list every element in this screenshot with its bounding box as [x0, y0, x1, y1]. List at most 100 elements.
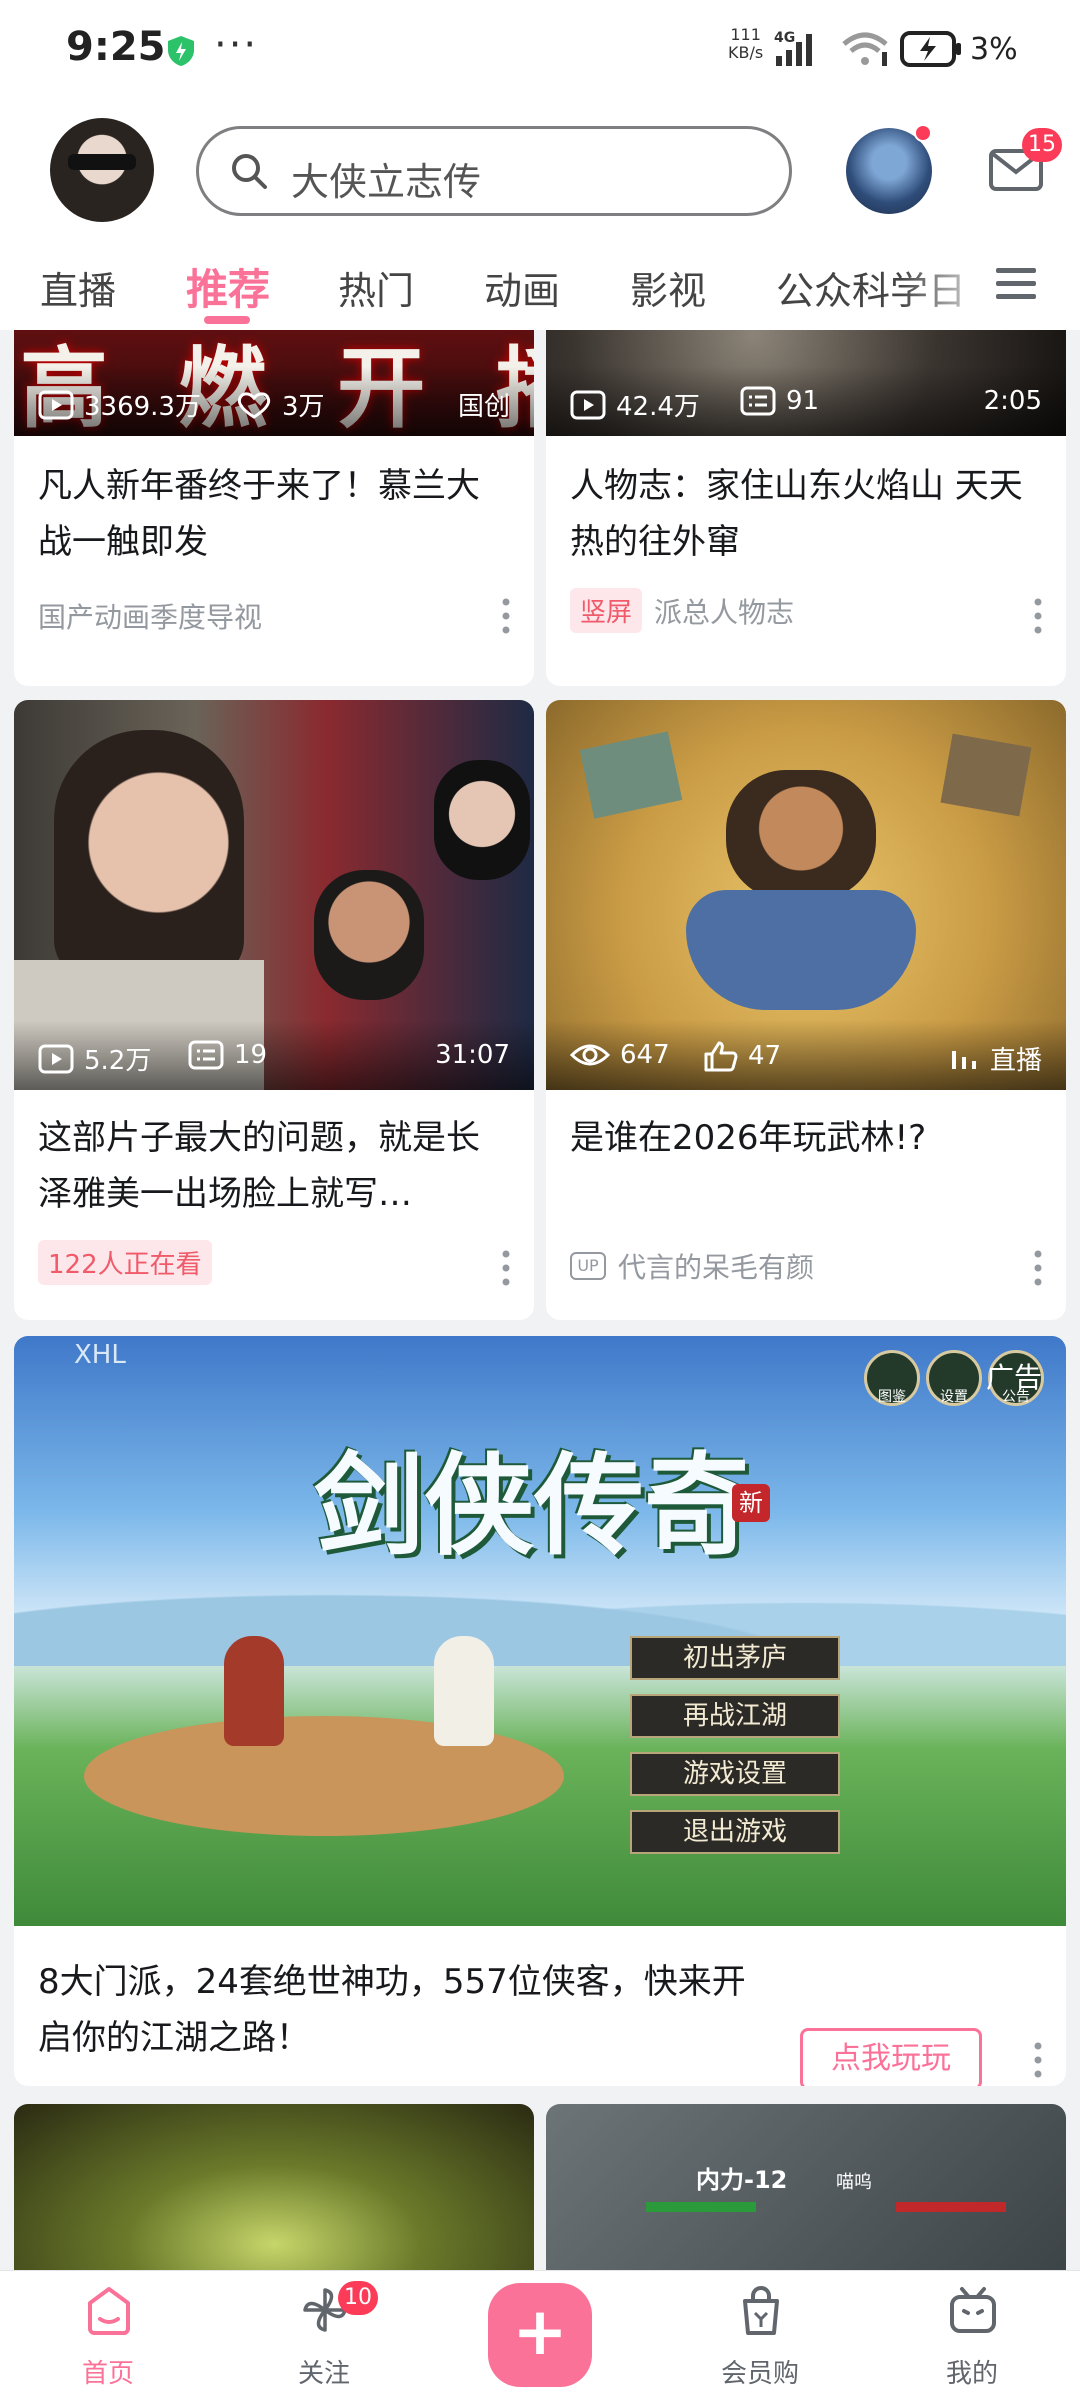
video-meta: 竖屏 派总人物志 — [570, 588, 794, 633]
like-count: 3万 — [282, 392, 325, 422]
video-title: 是谁在2026年玩武林!? — [570, 1118, 927, 1158]
video-duration: 31:07 — [435, 1040, 510, 1070]
game-menu-item: 退出游戏 — [630, 1810, 840, 1854]
follow-badge: 10 — [338, 2281, 378, 2315]
search-placeholder: 大侠立志传 — [291, 160, 482, 204]
game-stat-label: 喵呜 — [836, 2172, 872, 2193]
ad-character — [434, 1636, 494, 1746]
video-title: 人物志：家住山东火焰山 天天热的往外窜 — [570, 466, 1023, 562]
hp-bar — [646, 2202, 756, 2212]
more-vertical-icon[interactable] — [502, 598, 510, 634]
bilibili-tv-icon — [950, 2287, 996, 2333]
video-title: 凡人新年番终于来了！慕兰大战一触即发 — [38, 466, 480, 562]
thumb-book-decor — [940, 733, 1032, 817]
corner-label: 国创 — [457, 392, 510, 422]
game-settings-icon: 设置 — [926, 1350, 982, 1406]
tab-film[interactable]: 影视 — [630, 260, 706, 315]
video-meta: 122人正在看 — [38, 1240, 224, 1285]
more-dots-icon: ··· — [214, 22, 259, 68]
video-title: 这部片子最大的问题，就是长泽雅美一出场脸上就写… — [38, 1118, 480, 1214]
tab-fade — [900, 240, 1000, 330]
heart-icon — [237, 391, 271, 419]
video-card[interactable]: 5.2万 19 31:07 这部片子最大的问题，就是长泽雅美一出场脸上就写… 1… — [14, 700, 534, 1320]
more-vertical-icon[interactable] — [1034, 598, 1042, 634]
home-tv-icon — [88, 2287, 130, 2335]
danmaku-count: 19 — [234, 1040, 268, 1070]
view-count: 5.2万 — [84, 1046, 152, 1076]
play-now-button[interactable]: 点我玩玩 — [800, 2028, 982, 2086]
live-bars-icon — [951, 1050, 976, 1069]
thumbs-up-icon — [704, 1041, 738, 1072]
shopping-bag-icon — [743, 2285, 779, 2335]
top-header: 大侠立志传 15 — [0, 100, 1080, 240]
like-count: 47 — [748, 1041, 782, 1071]
mail-badge: 15 — [1022, 128, 1062, 162]
video-duration: 2:05 — [983, 386, 1042, 416]
menu-icon[interactable] — [994, 264, 1038, 304]
video-thumbnail — [14, 2104, 534, 2270]
game-title: 剑侠传奇 — [314, 1441, 754, 1570]
wifi-icon — [842, 32, 888, 66]
game-menu-item: 初出茅庐 — [630, 1636, 840, 1680]
battery-percent: 3% — [970, 32, 1018, 67]
hp-bar — [896, 2202, 1006, 2212]
svg-text:4G: 4G — [774, 30, 795, 46]
avatar-mask-decor — [68, 154, 136, 170]
video-card[interactable] — [14, 2104, 534, 2270]
search-bar[interactable]: 大侠立志传 — [196, 126, 792, 216]
vertical-tag: 竖屏 — [570, 588, 643, 633]
view-count: 3369.3万 — [84, 392, 201, 422]
video-stats: 42.4万 91 2:05 — [570, 386, 1042, 422]
nav-home[interactable]: 首页 — [38, 2271, 178, 2400]
live-label: 直播 — [950, 1040, 1042, 1077]
video-card[interactable]: 42.4万 91 2:05 人物志：家住山东火焰山 天天热的往外窜 竖屏 派总人… — [546, 330, 1066, 686]
game-guide-icon: 图鉴 — [864, 1350, 920, 1406]
video-stats: 647 47 直播 — [570, 1040, 1042, 1076]
game-menu: 初出茅庐 再战江湖 游戏设置 退出游戏 — [630, 1636, 840, 1854]
video-stats: 3369.3万 3万 国创 — [38, 386, 510, 422]
game-stat-label: 内力-12 — [696, 2166, 788, 2194]
publish-button[interactable]: + — [488, 2283, 592, 2387]
video-thumbnail: 647 47 直播 — [546, 700, 1066, 1090]
video-card[interactable]: 647 47 直播 是谁在2026年玩武林!? UP 代言的呆毛有颜 — [546, 700, 1066, 1320]
game-menu-item: 游戏设置 — [630, 1752, 840, 1796]
tab-anime[interactable]: 动画 — [484, 260, 560, 315]
video-card[interactable]: 高 燃 开 播 3369.3万 3万 国创 凡人新年番终于来了！慕兰大战一触即发… — [14, 330, 534, 686]
tab-recommend[interactable]: 推荐 — [186, 256, 270, 317]
danmaku-icon — [188, 1040, 224, 1070]
recommend-feed: 高 燃 开 播 3369.3万 3万 国创 凡人新年番终于来了！慕兰大战一触即发… — [0, 330, 1080, 2270]
game-menu-item: 再战江湖 — [630, 1694, 840, 1738]
ad-title: 8大门派，24套绝世神功，557位侠客，快来开启你的江湖之路！ — [38, 1962, 746, 2058]
video-meta: 国产动画季度导视 — [38, 596, 262, 636]
nav-mine[interactable]: 我的 — [902, 2271, 1042, 2400]
play-count-icon — [570, 390, 606, 419]
my-avatar[interactable] — [50, 118, 154, 222]
ad-watermark: XHL — [74, 1340, 126, 1370]
video-card[interactable]: 内力-12 喵呜 — [546, 2104, 1066, 2270]
watching-now-tag: 122人正在看 — [38, 1240, 212, 1285]
net-speed: 111 KB/s — [728, 25, 764, 62]
signal-icon: 4G — [774, 30, 812, 66]
more-vertical-icon[interactable] — [1034, 1250, 1042, 1286]
nav-shop[interactable]: 会员购 — [690, 2271, 830, 2400]
author-name: 代言的呆毛有颜 — [618, 1251, 815, 1284]
video-meta: UP 代言的呆毛有颜 — [570, 1246, 814, 1286]
more-vertical-icon[interactable] — [1034, 2042, 1042, 2078]
play-count-icon — [38, 390, 74, 419]
tab-hot[interactable]: 热门 — [338, 260, 414, 315]
thumb-figure — [434, 760, 530, 880]
author-name: 派总人物志 — [654, 595, 795, 629]
nav-follow[interactable]: 10 关注 — [254, 2271, 394, 2400]
more-vertical-icon[interactable] — [502, 1250, 510, 1286]
ad-character — [224, 1636, 284, 1746]
new-badge: 新 — [732, 1484, 770, 1522]
status-time: 9:25 — [66, 24, 166, 70]
ad-card[interactable]: XHL 剑侠传奇 新 图鉴 设置 公告 广告 初出茅庐 再战江湖 游戏设置 退出… — [14, 1336, 1066, 2086]
danmaku-icon — [740, 386, 776, 416]
view-count: 42.4万 — [616, 392, 700, 422]
video-thumbnail: 内力-12 喵呜 — [546, 2104, 1066, 2270]
update-dot — [914, 124, 932, 142]
view-count: 647 — [620, 1040, 670, 1070]
ad-label: 广告 — [986, 1361, 1043, 1394]
tab-live[interactable]: 直播 — [40, 260, 116, 315]
